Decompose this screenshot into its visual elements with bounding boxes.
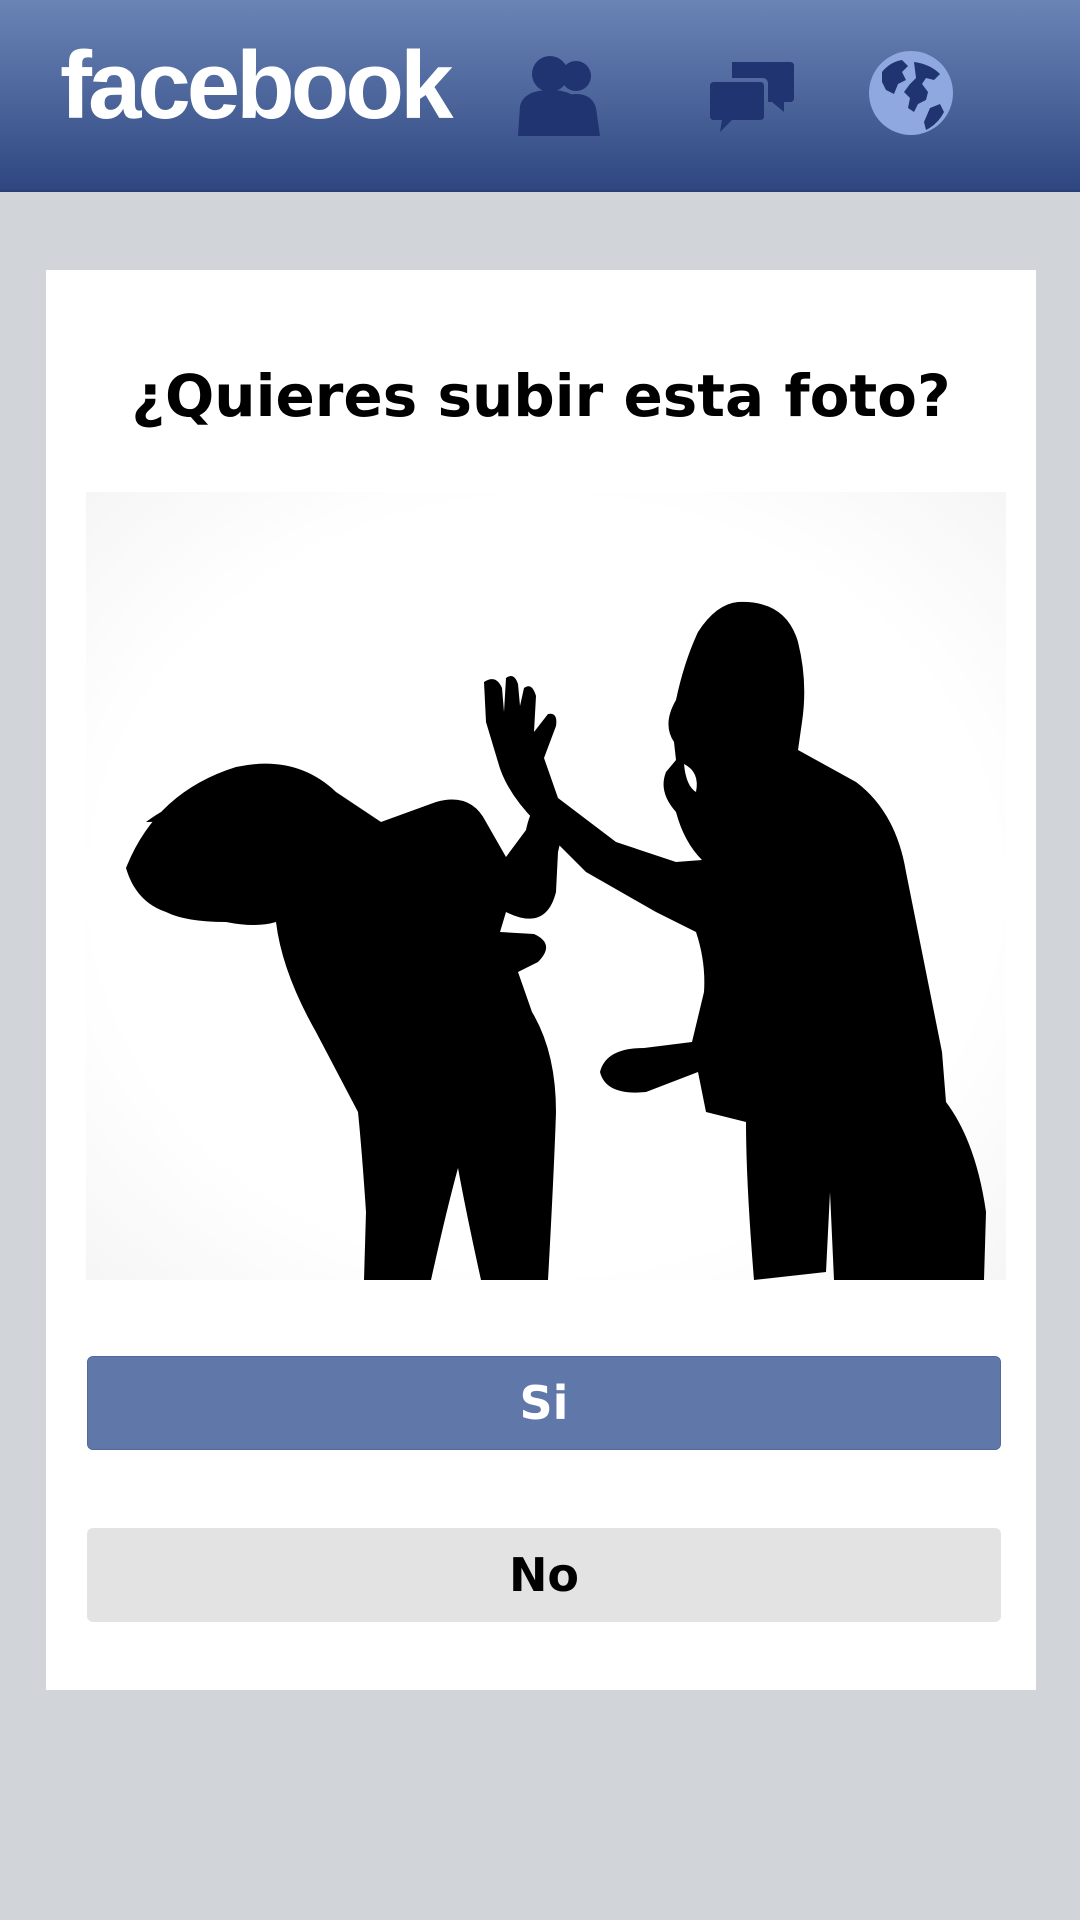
upload-confirmation-dialog: ¿Quieres subir esta foto? Si No xyxy=(46,270,1036,1690)
dialog-title: ¿Quieres subir esta foto? xyxy=(131,362,951,430)
facebook-logo[interactable]: facebook xyxy=(60,26,453,146)
confirm-upload-button[interactable]: Si xyxy=(87,1356,1001,1450)
friends-icon[interactable] xyxy=(516,52,604,136)
cancel-upload-button[interactable]: No xyxy=(87,1528,1001,1622)
notifications-globe-icon[interactable] xyxy=(868,50,954,136)
photo-preview xyxy=(86,492,1006,1280)
top-navigation-bar: facebook xyxy=(0,0,1080,192)
messages-icon[interactable] xyxy=(710,60,794,136)
